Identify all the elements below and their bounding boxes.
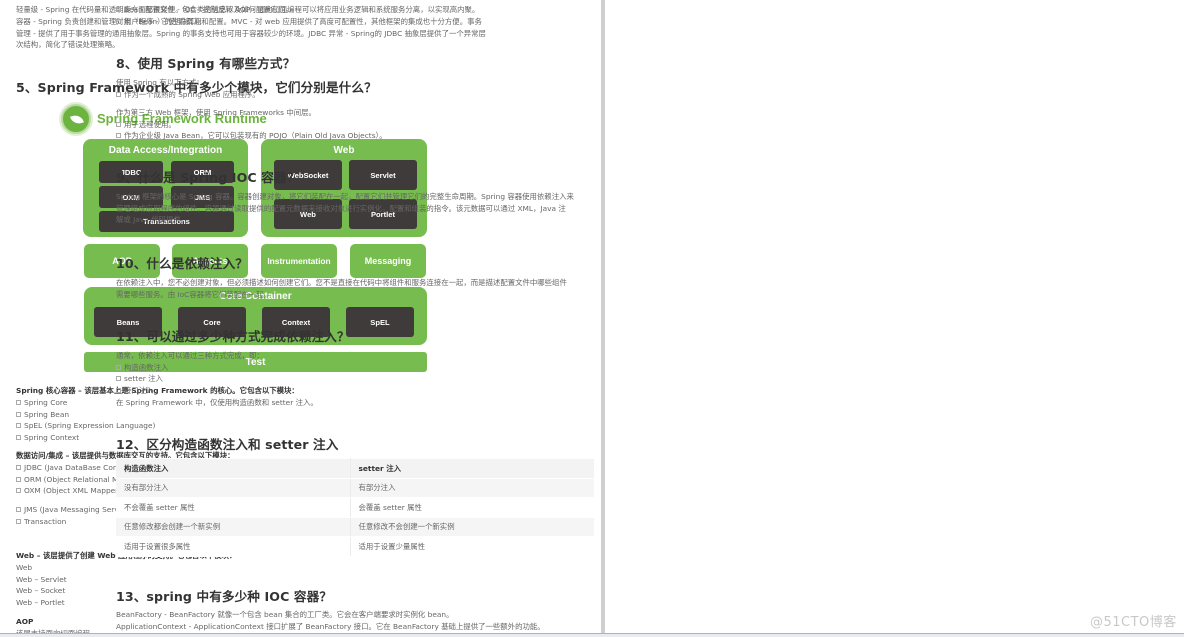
q11-outro: 在 Spring Framework 中，仅使用构造函数和 setter 注入。 [116, 397, 318, 407]
paragraph-line: ApplicationContext - ApplicationContext … [116, 621, 545, 631]
bullet-box-icon [116, 376, 121, 382]
bullet-box-icon [116, 364, 121, 370]
question-10-body: 在依赖注入中，您不必创建对象，但必须描述如何创建它们。您不是直接在代码中将组件和… [116, 277, 567, 300]
top-items: Bean 配置文件 - 包含类的信息以及如何配置它们。 用户程序 - 它使用接口… [116, 4, 293, 27]
list-item: SpEL (Spring Expression Language) [16, 420, 299, 432]
question-11-heading: 11、可以通过多少种方式完成依赖注入？ [116, 329, 350, 344]
injection-comparison-table: 构造函数注入 setter 注入 没有部分注入 有部分注入 不会覆盖 sette… [116, 458, 594, 557]
question-9-heading: 9、什么是 Spring IOC 容器？ [116, 170, 300, 185]
table-cell: 不会覆盖 setter 属性 [116, 497, 351, 518]
list-item: 接口注入 [116, 385, 318, 397]
list-item: Web – Servlet [16, 574, 67, 584]
bullet-box-icon [16, 435, 21, 441]
table-cell: 没有部分注入 [116, 477, 351, 498]
table-cell: 任意修改都会创建一个新实例 [116, 516, 351, 537]
paragraph-line: 需要哪些服务。由 IoC容器将它们装配在一起。 [116, 289, 271, 299]
bullet-box-icon [116, 388, 121, 394]
paragraph-line: 解或 Java 代码提供。 [116, 215, 189, 225]
table-cell: 适用于设置很多属性 [116, 536, 351, 557]
q8-intro: 使用 Spring 有以下方式： [116, 78, 204, 87]
table-cell: 适用于设置少量属性 [350, 536, 594, 557]
bullet-box-icon [16, 400, 21, 405]
bullet-box-icon [16, 411, 21, 417]
table-cell: 任意修改不会创建一个新实例 [350, 516, 594, 537]
question-8-body-2: 作为第三方 Web 框架，使用 Spring Frameworks 中间层。 用… [116, 107, 387, 142]
module-instrumentation: Instrumentation [261, 244, 337, 278]
table-row: 没有部分注入 有部分注入 [116, 477, 594, 498]
question-12-heading: 12、区分构造函数注入和 setter 注入 [116, 437, 339, 452]
list-item: Transaction [16, 516, 132, 528]
bullet-box-icon [16, 423, 21, 429]
question-11-body: 通常，依赖注入可以通过三种方式完成，即： 构造函数注入 setter 注入 接口… [116, 350, 318, 409]
list-item: Bean 配置文件 - 包含类的信息以及如何配置它们。 [116, 4, 293, 16]
data-access-section-cont: JMS (Java Messaging Service) Transaction [16, 504, 132, 527]
q11-intro: 通常，依赖注入可以通过三种方式完成，即： [116, 351, 264, 360]
spring-leaf-logo-icon [61, 104, 91, 134]
watermark: @51CTO博客 [1090, 615, 1177, 630]
bullet-box-icon [116, 18, 121, 24]
bullet-box-icon [16, 507, 21, 512]
bullet-box-icon [16, 488, 21, 494]
bullet-box-icon [16, 465, 21, 470]
question-8-heading: 8、使用 Spring 有哪些方式？ [116, 56, 296, 71]
bullet-box-icon [16, 476, 21, 482]
table-header-row: 构造函数注入 setter 注入 [116, 458, 594, 479]
list-item: 构造函数注入 [116, 362, 318, 374]
module-spel: SpEL [346, 307, 414, 337]
list-item: Web [16, 563, 33, 572]
paragraph-line: 管理组成应用程序的组件。容器通过读取提供的配置元数据来接收对象进行实例化，配置和… [116, 203, 566, 213]
bullet-box-icon [116, 91, 121, 97]
table-cell: 有部分注入 [350, 477, 594, 498]
question-13-heading: 13、spring 中有多少种 IOC 容器？ [116, 589, 332, 604]
bottom-edge-bar [0, 633, 1184, 637]
table-cell: 会覆盖 setter 属性 [350, 497, 594, 518]
bullet-box-icon [16, 518, 21, 524]
list-item: 作为一个成熟的 Spring Web 应用程序。 [116, 89, 260, 101]
module-messaging: Messaging [350, 244, 426, 278]
list-item: 作为企业级 Java Bean，它可以包装现有的 POJO（Plain Old … [116, 130, 387, 142]
question-10-heading: 10、什么是依赖注入？ [116, 256, 248, 271]
table-header-cell: 构造函数注入 [116, 458, 351, 479]
bullet-box-icon [116, 133, 121, 139]
question-8-body: 使用 Spring 有以下方式： 作为一个成熟的 Spring Web 应用程序… [116, 77, 260, 100]
table-row: 任意修改都会创建一个新实例 任意修改不会创建一个新实例 [116, 516, 594, 537]
q8-line2: 作为第三方 Web 框架，使用 Spring Frameworks 中间层。 [116, 108, 316, 117]
list-item: Spring Bean [16, 409, 299, 421]
table-row: 适用于设置很多属性 适用于设置少量属性 [116, 536, 594, 557]
bullet-box-icon [116, 7, 121, 12]
paragraph-line: 在依赖注入中，您不必创建对象，但必须描述如何创建它们。您不是直接在代码中将组件和… [116, 278, 567, 287]
web-label: Web [333, 145, 355, 156]
paragraph-line: Spring 框架的核心是 Spring 容器。容器创建对象，将它们装配在一起，… [116, 192, 574, 201]
module-servlet: Servlet [349, 160, 417, 190]
table-header-cell: setter 注入 [350, 458, 594, 479]
question-13-body: BeanFactory - BeanFactory 就像一个包含 bean 集合… [116, 609, 545, 632]
data-access-label: Data Access/Integration [108, 145, 223, 156]
question-9-body: Spring 框架的核心是 Spring 容器。容器创建对象，将它们装配在一起，… [116, 191, 586, 226]
list-item: setter 注入 [116, 373, 318, 385]
list-item: JMS (Java Messaging Service) [16, 504, 132, 516]
list-item: 用于远程使用。 [116, 119, 387, 131]
paragraph-line: BeanFactory - BeanFactory 就像一个包含 bean 集合… [116, 610, 454, 619]
document-page-right [605, 0, 1184, 637]
bullet-box-icon [116, 121, 121, 127]
aop-section-heading: AOP [16, 617, 34, 626]
table-row: 不会覆盖 setter 属性 会覆盖 setter 属性 [116, 497, 594, 518]
list-item: 用户程序 - 它使用接口。 [116, 16, 293, 28]
